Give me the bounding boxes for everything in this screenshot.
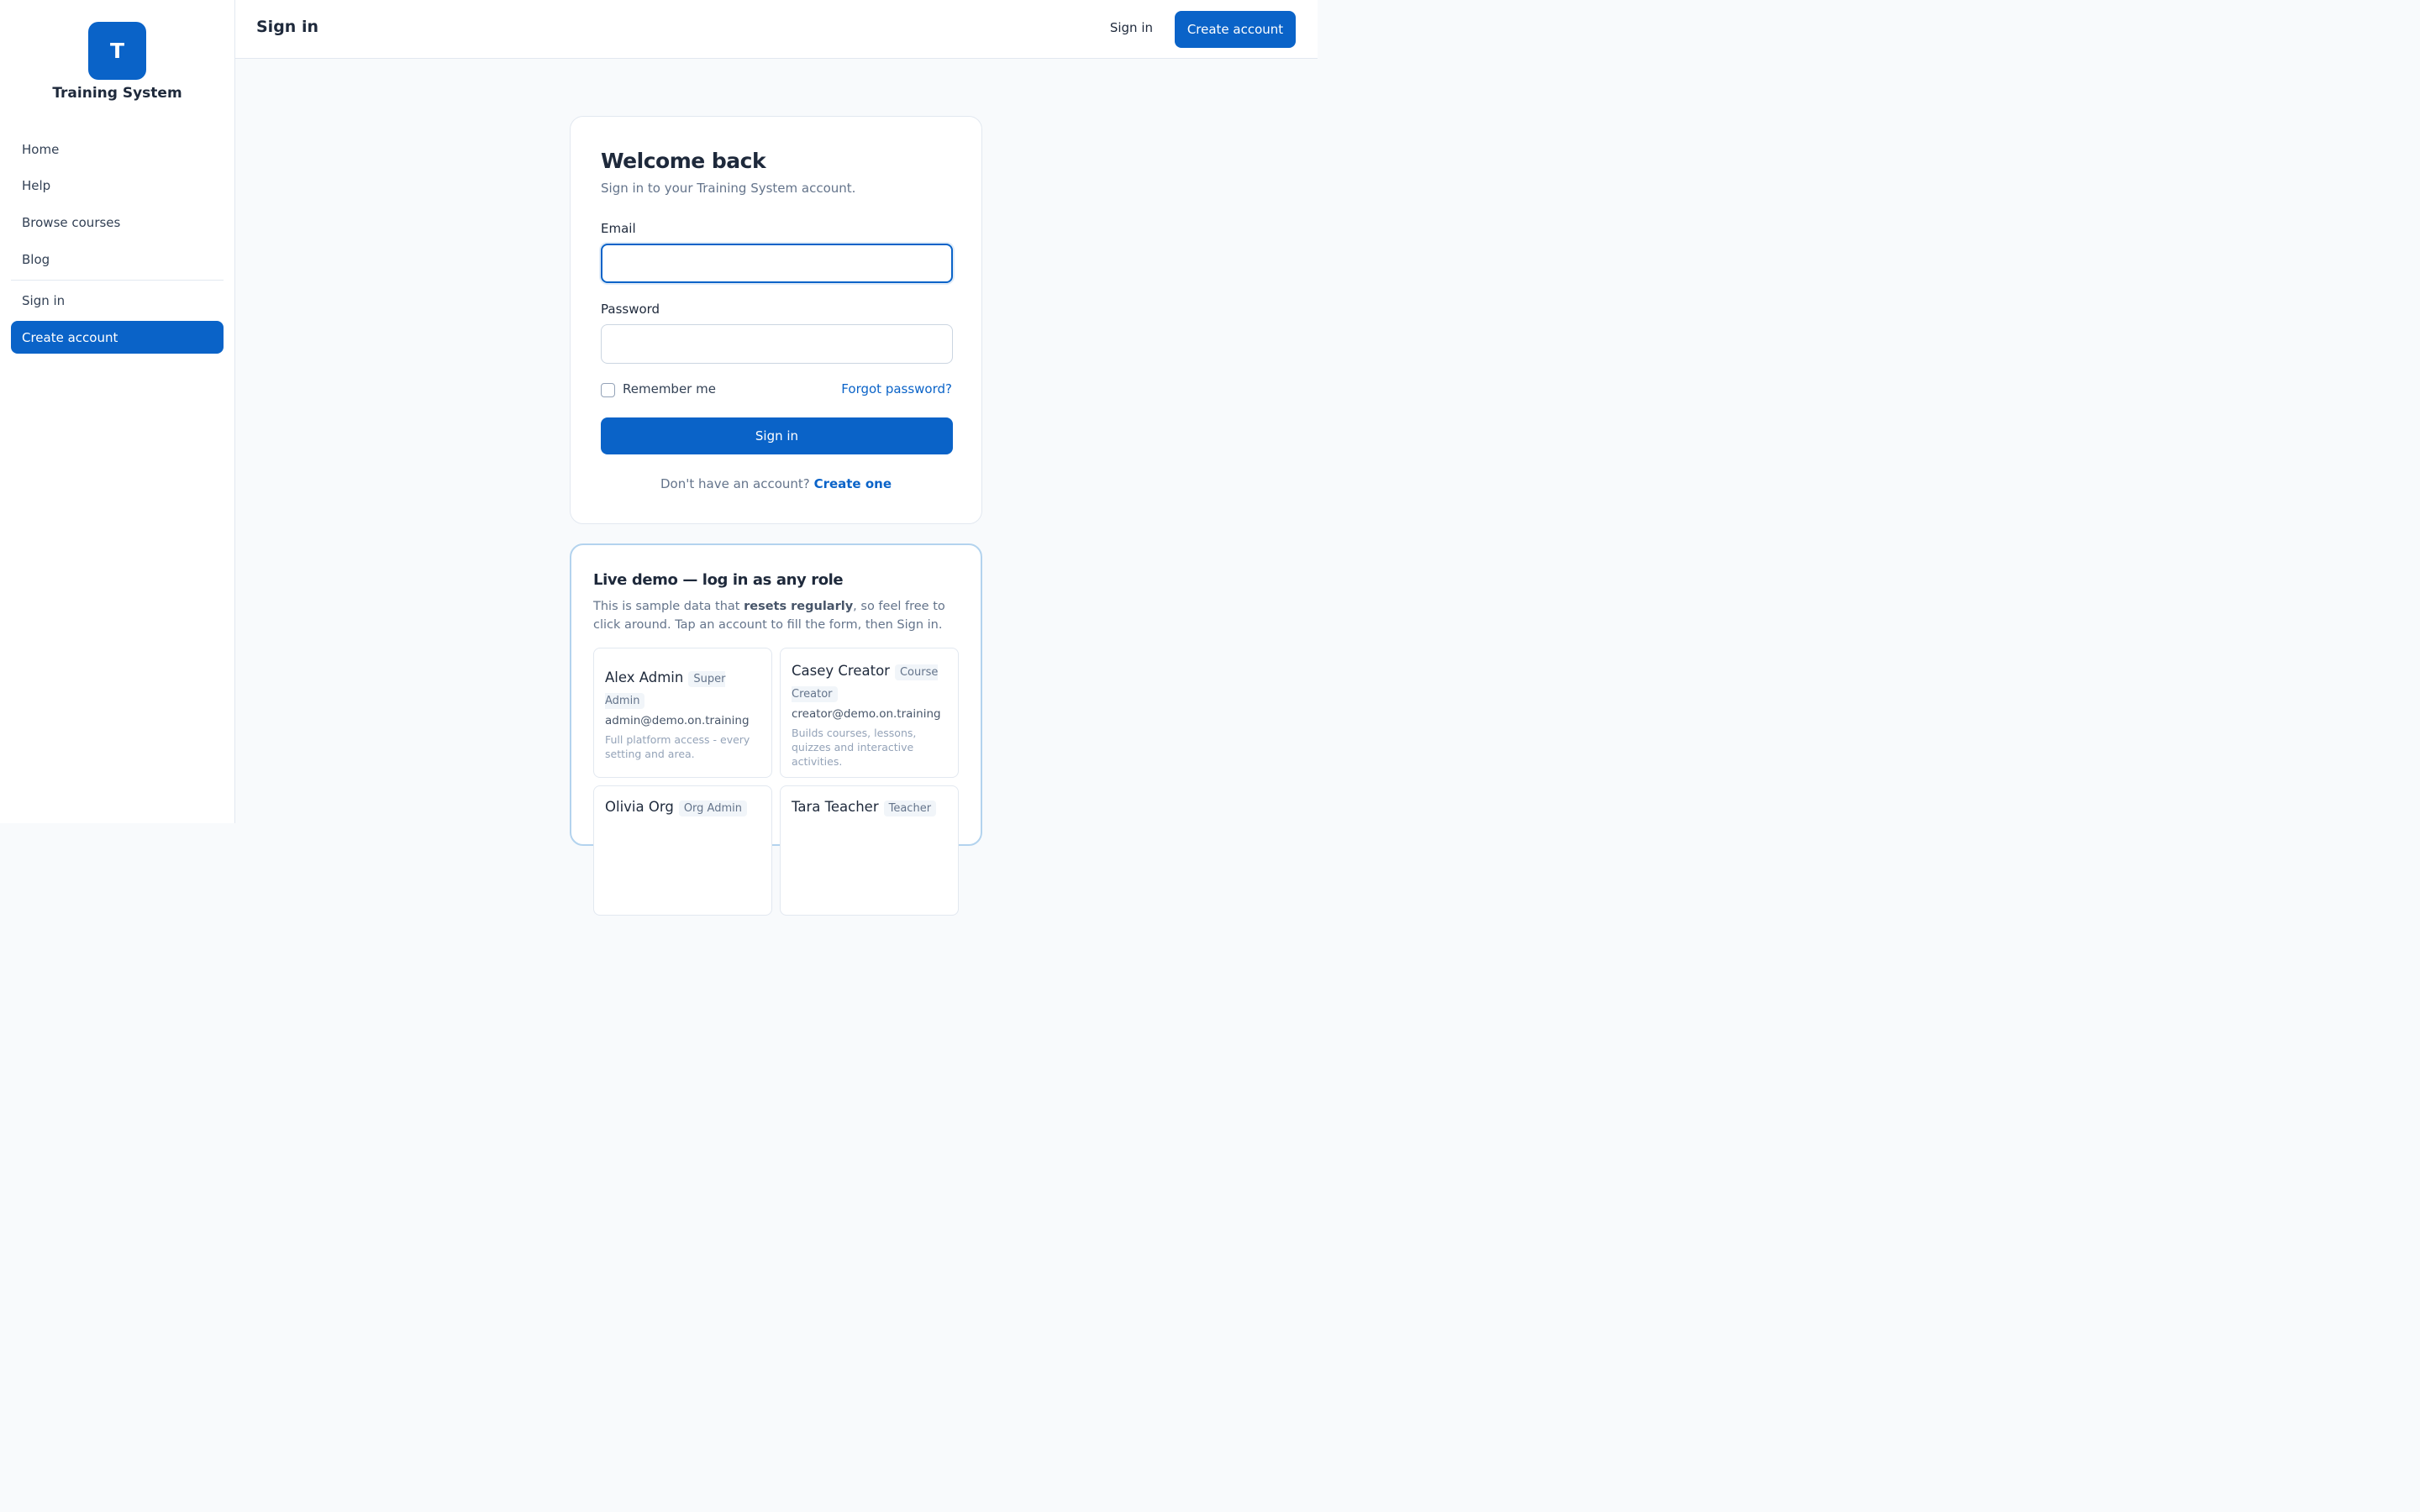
logo-letter: T bbox=[109, 39, 125, 63]
header-sign-in-link[interactable]: Sign in bbox=[1110, 20, 1153, 35]
sign-in-card: Welcome back Sign in to your Training Sy… bbox=[570, 116, 982, 524]
no-account-text: Don't have an account? bbox=[660, 476, 810, 491]
no-account-prompt: Don't have an account? Create one bbox=[571, 476, 981, 491]
demo-desc-part: This is sample data that bbox=[593, 600, 744, 613]
sidebar-item-label: Home bbox=[22, 141, 60, 157]
account-heading: Alex Admin Super Admin bbox=[605, 667, 760, 712]
card-title: Welcome back bbox=[601, 149, 766, 173]
header-create-account-button[interactable]: Create account bbox=[1175, 11, 1296, 48]
email-label: Email bbox=[601, 221, 636, 236]
demo-description: This is sample data that resets regularl… bbox=[593, 597, 963, 634]
sidebar-item-create-account[interactable]: Create account bbox=[11, 321, 224, 354]
account-email: creator@demo.on.training bbox=[792, 707, 941, 721]
sidebar-item-label: Blog bbox=[22, 251, 50, 267]
sidebar-item-label: Help bbox=[22, 177, 51, 193]
sidebar-item-browse-courses[interactable]: Browse courses bbox=[11, 206, 224, 239]
brand-name: Training System bbox=[52, 85, 182, 102]
sidebar-item-sign-in[interactable]: Sign in bbox=[11, 284, 224, 317]
sidebar-item-label: Create account bbox=[22, 329, 118, 345]
password-field[interactable] bbox=[601, 324, 953, 364]
demo-account-card[interactable]: Casey Creator Course Creator creator@demo… bbox=[780, 648, 959, 778]
sign-in-button[interactable]: Sign in bbox=[601, 417, 953, 454]
account-heading: Casey Creator Course Creator bbox=[792, 660, 947, 706]
demo-account-card[interactable]: Alex Admin Super Admin admin@demo.on.trai… bbox=[593, 648, 772, 778]
live-demo-card: Live demo — log in as any role This is s… bbox=[570, 543, 982, 916]
account-name: Casey Creator bbox=[792, 663, 890, 679]
demo-account-card[interactable]: Tara Teacher Teacher bbox=[780, 785, 959, 916]
account-name: Tara Teacher bbox=[792, 799, 879, 815]
sidebar-item-home[interactable]: Home bbox=[11, 133, 224, 165]
sidebar-item-blog[interactable]: Blog bbox=[11, 243, 224, 276]
page-title: Sign in bbox=[256, 18, 318, 36]
remember-me-label[interactable]: Remember me bbox=[623, 381, 716, 396]
create-one-link[interactable]: Create one bbox=[814, 476, 892, 491]
account-role-badge: Teacher bbox=[883, 801, 937, 816]
demo-title: Live demo — log in as any role bbox=[593, 571, 844, 589]
sidebar-item-label: Sign in bbox=[22, 292, 66, 308]
account-heading: Olivia Org Org Admin bbox=[605, 796, 760, 820]
sidebar-divider bbox=[11, 280, 224, 281]
button-label: Sign in bbox=[755, 428, 799, 444]
password-label: Password bbox=[601, 302, 660, 317]
demo-account-card[interactable]: Olivia Org Org Admin bbox=[593, 785, 772, 916]
card-subtitle: Sign in to your Training System account. bbox=[601, 181, 856, 196]
top-bar: Sign in Sign in Create account bbox=[235, 0, 1318, 59]
app-logo[interactable]: T bbox=[88, 22, 146, 80]
email-field[interactable] bbox=[601, 244, 953, 283]
account-description: Builds courses, lessons, quizzes and int… bbox=[792, 727, 917, 768]
sidebar-item-help[interactable]: Help bbox=[11, 169, 224, 202]
button-label: Create account bbox=[1186, 22, 1284, 37]
account-email: admin@demo.on.training bbox=[605, 714, 750, 727]
account-role-badge: Org Admin bbox=[678, 801, 747, 816]
demo-desc-emphasis: resets regularly bbox=[744, 600, 854, 613]
account-name: Alex Admin bbox=[605, 669, 684, 685]
sidebar-item-label: Browse courses bbox=[22, 214, 121, 230]
remember-me-checkbox[interactable] bbox=[601, 383, 615, 397]
forgot-password-link[interactable]: Forgot password? bbox=[841, 381, 952, 396]
account-heading: Tara Teacher Teacher bbox=[792, 796, 947, 820]
account-name: Olivia Org bbox=[605, 799, 674, 815]
sidebar: T Training System Home Help Browse cours… bbox=[0, 0, 235, 823]
account-description: Full platform access - every setting and… bbox=[605, 733, 750, 760]
